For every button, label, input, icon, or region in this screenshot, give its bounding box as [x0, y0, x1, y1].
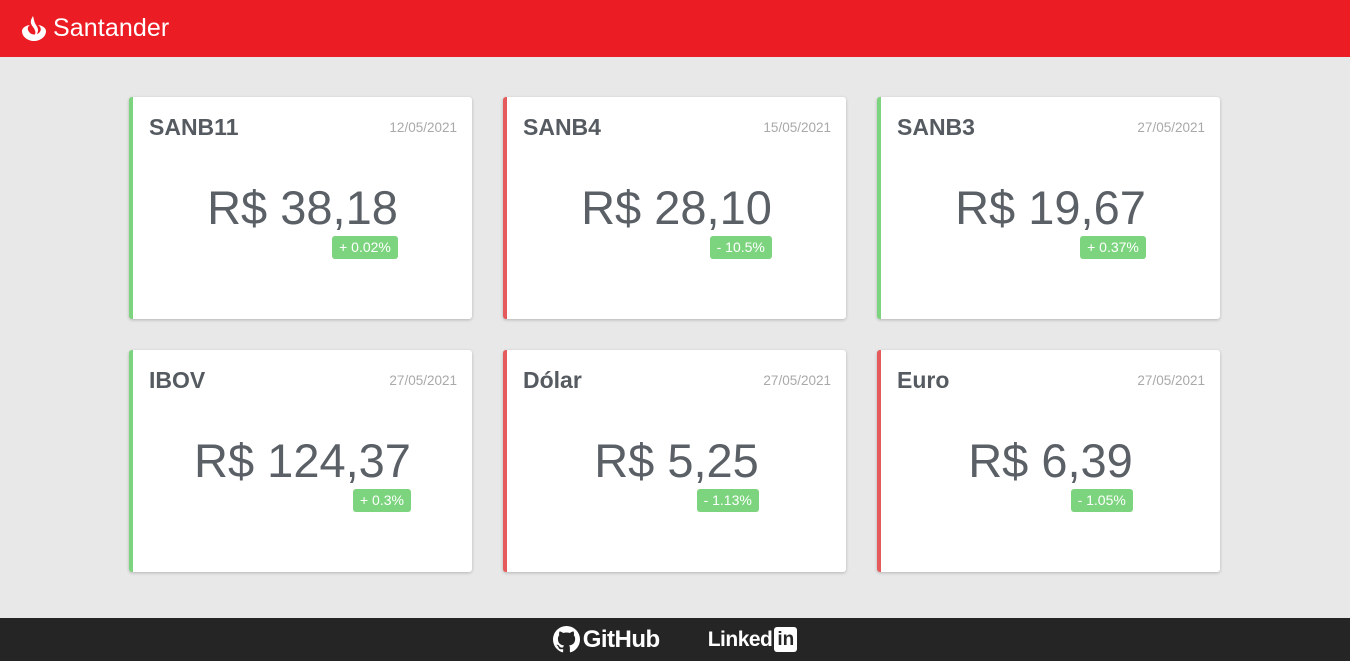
- card-date: 27/05/2021: [389, 373, 457, 388]
- change-badge: - 1.05%: [1070, 489, 1133, 512]
- github-label: GitHub: [582, 625, 660, 653]
- card-value: R$ 124,37: [194, 434, 411, 487]
- quote-card: SANB11 12/05/2021 R$ 38,18 + 0.02%: [129, 97, 472, 319]
- card-value: R$ 19,67: [955, 181, 1146, 234]
- santander-flame-icon: [22, 15, 46, 41]
- change-badge: + 0.02%: [332, 236, 398, 259]
- card-date: 27/05/2021: [1137, 373, 1205, 388]
- card-date: 12/05/2021: [389, 120, 457, 135]
- card-title: SANB11: [149, 114, 239, 140]
- card-title: SANB4: [523, 114, 601, 140]
- footer: GitHub Linked in: [0, 618, 1350, 661]
- github-link[interactable]: GitHub: [552, 625, 660, 654]
- card-value: R$ 6,39: [968, 434, 1133, 487]
- card-title: IBOV: [149, 367, 206, 393]
- change-badge: + 0.37%: [1080, 236, 1146, 259]
- quote-card: Euro 27/05/2021 R$ 6,39 - 1.05%: [877, 350, 1220, 572]
- top-bar: Santander: [0, 0, 1350, 57]
- card-value: R$ 5,25: [594, 434, 759, 487]
- linkedin-text: Linked: [707, 627, 773, 651]
- change-badge: - 10.5%: [709, 236, 772, 259]
- brand-logo[interactable]: Santander: [19, 14, 169, 44]
- card-date: 15/05/2021: [763, 120, 831, 135]
- card-title: Euro: [897, 367, 950, 393]
- linkedin-link[interactable]: Linked in: [708, 627, 798, 652]
- card-title: Dólar: [523, 367, 582, 393]
- card-date: 27/05/2021: [763, 373, 831, 388]
- quote-card: IBOV 27/05/2021 R$ 124,37 + 0.3%: [129, 350, 472, 572]
- card-value: R$ 28,10: [581, 181, 772, 234]
- card-title: SANB3: [897, 114, 975, 140]
- quote-card: Dólar 27/05/2021 R$ 5,25 - 1.13%: [503, 350, 846, 572]
- quote-card: SANB4 15/05/2021 R$ 28,10 - 10.5%: [503, 97, 846, 319]
- change-badge: + 0.3%: [352, 489, 411, 512]
- card-date: 27/05/2021: [1137, 120, 1205, 135]
- linkedin-icon: in: [774, 627, 798, 652]
- brand-name: Santander: [53, 14, 170, 42]
- card-value: R$ 38,18: [207, 181, 398, 234]
- quote-card: SANB3 27/05/2021 R$ 19,67 + 0.37%: [877, 97, 1220, 319]
- change-badge: - 1.13%: [696, 489, 759, 512]
- github-icon: [552, 626, 580, 653]
